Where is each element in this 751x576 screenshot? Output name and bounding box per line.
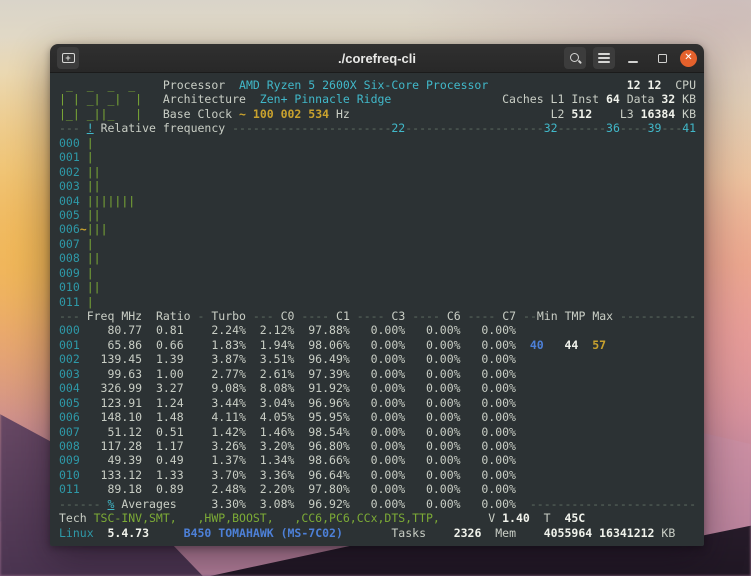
core-bar-row: 008 || xyxy=(59,251,696,265)
freq-table-row: 010 133.12 1.33 3.70% 3.36% 96.64% 0.00%… xyxy=(59,468,696,482)
core-bar-row: 006~||| xyxy=(59,222,696,236)
desktop: ./corefreq-cli + xyxy=(0,0,751,576)
minimize-icon xyxy=(628,61,638,63)
status-line: Linux 5.4.73 B450 TOMAHAWK (MS-7C02) Tas… xyxy=(59,526,696,540)
terminal-screen[interactable]: _ _ _ _ Processor AMD Ryzen 5 2600X Six-… xyxy=(50,73,704,546)
core-bar-row: 002 || xyxy=(59,165,696,179)
core-bar-row: 010 || xyxy=(59,280,696,294)
new-tab-button[interactable]: + xyxy=(57,47,79,69)
core-bar-row: 009 | xyxy=(59,266,696,280)
core-bar-row: 003 || xyxy=(59,179,696,193)
freq-table-header: --- Freq MHz Ratio - Turbo --- C0 ---- C… xyxy=(59,309,696,323)
status-line: Tech TSC-INV,SMT, ,HWP,BOOST, ,CC6,PC6,C… xyxy=(59,511,696,525)
titlebar[interactable]: ./corefreq-cli + xyxy=(50,44,704,73)
core-bar-row: 000 | xyxy=(59,136,696,150)
minimize-button[interactable] xyxy=(622,47,644,69)
core-bar-row: 001 | xyxy=(59,150,696,164)
terminal-header-line: |_| _||_ | Base Clock ~ 100 002 534 HzL2… xyxy=(59,107,696,121)
menu-button[interactable] xyxy=(593,47,615,69)
freq-table-row: 005 123.91 1.24 3.44% 3.04% 96.96% 0.00%… xyxy=(59,396,696,410)
freq-table-row: 006 148.10 1.48 4.11% 4.05% 95.95% 0.00%… xyxy=(59,410,696,424)
core-bar-row: 011 | xyxy=(59,295,696,309)
terminal-header-line: | | _| _| | Architecture Zen+ Pinnacle R… xyxy=(59,92,696,106)
terminal-header-line: _ _ _ _ Processor AMD Ryzen 5 2600X Six-… xyxy=(59,78,696,92)
core-bar-row: 007 | xyxy=(59,237,696,251)
maximize-icon xyxy=(658,54,667,63)
freq-table-row: 003 99.63 1.00 2.77% 2.61% 97.39% 0.00% … xyxy=(59,367,696,381)
freq-table-row: 007 51.12 0.51 1.42% 1.46% 98.54% 0.00% … xyxy=(59,425,696,439)
core-bar-row: 005 || xyxy=(59,208,696,222)
new-tab-icon: + xyxy=(62,53,75,63)
averages-row: ------ % Averages 3.30% 3.08% 96.92% 0.0… xyxy=(59,497,696,511)
freq-table-row: 009 49.39 0.49 1.37% 1.34% 98.66% 0.00% … xyxy=(59,453,696,467)
freq-table-row: 008 117.28 1.17 3.26% 3.20% 96.80% 0.00%… xyxy=(59,439,696,453)
freq-table-row: 004 326.99 3.27 9.08% 8.08% 91.92% 0.00%… xyxy=(59,381,696,395)
core-bar-row: 004 ||||||| xyxy=(59,194,696,208)
freq-table-row: 002 139.45 1.39 3.87% 3.51% 96.49% 0.00%… xyxy=(59,352,696,366)
freq-table-row: 001 65.86 0.66 1.83% 1.94% 98.06% 0.00% … xyxy=(59,338,696,352)
maximize-button[interactable] xyxy=(651,47,673,69)
freq-table-row: 000 80.77 0.81 2.24% 2.12% 97.88% 0.00% … xyxy=(59,323,696,337)
freq-table-row: 011 89.18 0.89 2.48% 2.20% 97.80% 0.00% … xyxy=(59,482,696,496)
relative-frequency-ruler: --- ! Relative frequency ---------------… xyxy=(59,121,696,135)
terminal-window: ./corefreq-cli + xyxy=(50,44,704,546)
search-icon xyxy=(569,52,581,64)
close-icon: ✕ xyxy=(684,53,692,63)
close-button[interactable]: ✕ xyxy=(680,50,697,67)
hamburger-menu-icon xyxy=(598,53,610,63)
search-button[interactable] xyxy=(564,47,586,69)
